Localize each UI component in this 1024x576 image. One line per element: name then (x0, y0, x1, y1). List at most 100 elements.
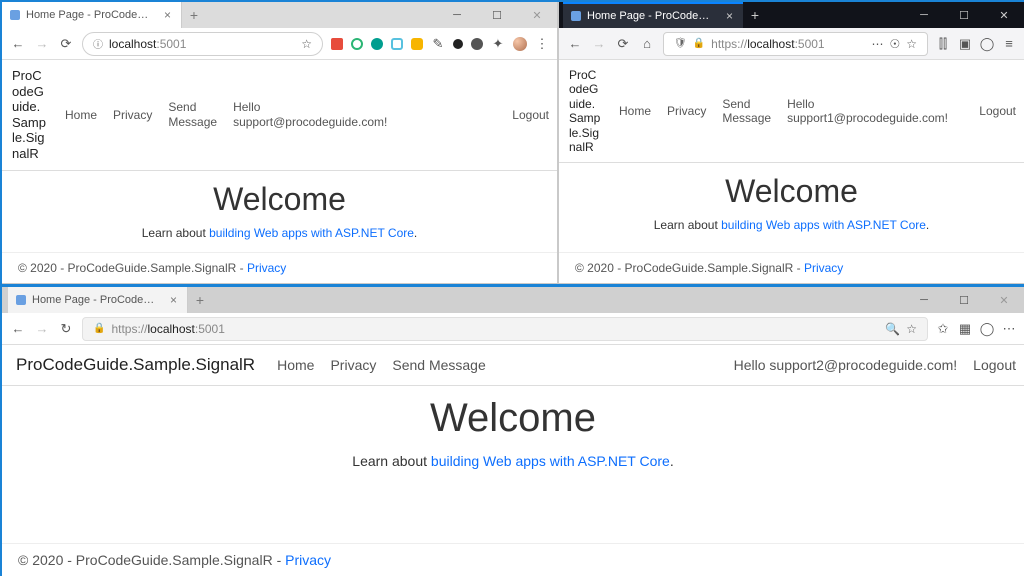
ext-icon[interactable] (351, 38, 363, 50)
nav-privacy[interactable]: Privacy (659, 98, 714, 124)
reload-icon[interactable]: ⟳ (615, 36, 631, 52)
nav-hello-user[interactable]: Hello support@procodeguide.com! (225, 94, 395, 135)
lock-icon[interactable]: 🔒 (693, 38, 705, 49)
maximize-icon[interactable]: ☐ (477, 2, 517, 28)
new-tab-button[interactable]: + (182, 7, 206, 23)
brand-link[interactable]: ProCodeGuide.Sample.SignalR (559, 60, 611, 162)
address-bar[interactable]: ⓘ localhost:5001 ☆ (82, 32, 323, 56)
nav-privacy[interactable]: Privacy (105, 102, 160, 128)
star-icon[interactable]: ☆ (906, 322, 917, 336)
back-icon[interactable]: ← (10, 321, 26, 336)
nav-home[interactable]: Home (269, 351, 322, 379)
browser-tab[interactable]: Home Page - ProCodeGuide.S × (563, 2, 743, 28)
site-info-icon[interactable]: ⓘ (93, 36, 103, 51)
footer-privacy-link[interactable]: Privacy (285, 552, 331, 568)
brand-link[interactable]: ProCodeGuide.Sample.SignalR (2, 60, 57, 170)
extensions-icon[interactable]: ✦ (491, 37, 505, 51)
close-icon[interactable]: ✕ (517, 2, 557, 28)
ext-icon[interactable] (371, 38, 383, 50)
minimize-icon[interactable]: ─ (904, 287, 944, 313)
collections-icon[interactable]: ▦ (958, 322, 972, 336)
close-icon[interactable]: ✕ (984, 287, 1024, 313)
ext-icon[interactable] (453, 39, 463, 49)
learn-text: Learn about building Web apps with ASP.N… (352, 453, 673, 469)
footer: © 2020 - ProCodeGuide.Sample.SignalR - P… (2, 252, 557, 283)
hero: Welcome Learn about building Web apps wi… (559, 163, 1024, 252)
learn-link[interactable]: building Web apps with ASP.NET Core (431, 453, 670, 469)
home-icon[interactable]: ⌂ (639, 36, 655, 51)
footer-privacy-link[interactable]: Privacy (247, 261, 286, 275)
url-host: localhost (147, 322, 194, 336)
star-icon[interactable]: ☆ (906, 37, 917, 51)
address-bar[interactable]: 🛡 🔒 https://localhost:5001 ⋯ ☉ ☆ (663, 32, 928, 56)
lock-icon[interactable]: 🔒 (93, 323, 105, 334)
browser-tab[interactable]: Home Page - ProCodeGuide.San × (8, 287, 188, 313)
nav-send-message[interactable]: Send Message (714, 91, 779, 132)
ext-icon[interactable] (411, 38, 423, 50)
nav-home[interactable]: Home (611, 98, 659, 124)
menu-icon[interactable]: ⋯ (1002, 322, 1016, 336)
ext-icon[interactable] (391, 38, 403, 50)
profile-avatar-icon[interactable] (513, 37, 527, 51)
chrome-window: Home Page - ProCodeGuide.Sam... × + ─ ☐ … (2, 2, 558, 284)
reload-icon[interactable]: ⟳ (58, 36, 74, 52)
nav-send-message[interactable]: Send Message (160, 94, 225, 135)
url-port: :5001 (195, 322, 225, 336)
address-bar[interactable]: 🔒 https://localhost:5001 🔍 ☆ (82, 317, 928, 341)
minimize-icon[interactable]: ─ (437, 2, 477, 28)
favicon-icon (10, 10, 20, 20)
zoom-icon[interactable]: 🔍 (885, 322, 900, 336)
url-host: localhost (109, 37, 156, 51)
account-icon[interactable]: ◯ (980, 37, 994, 51)
library-icon[interactable]: ⫿⫿ (936, 37, 950, 51)
nav-privacy[interactable]: Privacy (322, 351, 384, 379)
tab-close-icon[interactable]: × (164, 8, 171, 22)
back-icon[interactable]: ← (10, 36, 26, 51)
maximize-icon[interactable]: ☐ (944, 287, 984, 313)
learn-text: Learn about building Web apps with ASP.N… (142, 226, 418, 240)
new-tab-button[interactable]: + (743, 7, 767, 23)
nav-send-message[interactable]: Send Message (384, 351, 493, 379)
tab-close-icon[interactable]: × (726, 9, 733, 23)
minimize-icon[interactable]: ─ (904, 2, 944, 28)
window-controls: ─ ☐ ✕ (437, 2, 557, 28)
reader-icon[interactable]: ☉ (889, 37, 900, 51)
firefox-urlbar: ← → ⟳ ⌂ 🛡 🔒 https://localhost:5001 ⋯ ☉ ☆… (559, 28, 1024, 60)
ext-icon[interactable] (331, 38, 343, 50)
nav-logout[interactable]: Logout (971, 98, 1024, 124)
chrome-urlbar: ← → ⟳ ⓘ localhost:5001 ☆ ✎ ✦ ⋮ (2, 28, 557, 60)
edge-window: Home Page - ProCodeGuide.San × + ─ ☐ ✕ ←… (2, 284, 1024, 576)
firefox-window: Home Page - ProCodeGuide.S × + ─ ☐ ✕ ← →… (558, 2, 1024, 284)
learn-link[interactable]: building Web apps with ASP.NET Core (209, 226, 414, 240)
nav-logout[interactable]: Logout (504, 102, 557, 128)
nav-hello-user[interactable]: Hello support1@procodeguide.com! (779, 91, 956, 132)
forward-icon[interactable]: → (34, 36, 50, 51)
maximize-icon[interactable]: ☐ (944, 2, 984, 28)
shield-icon[interactable]: 🛡 (674, 38, 687, 49)
url-host: localhost (747, 37, 794, 51)
back-icon[interactable]: ← (567, 36, 583, 51)
ext-icon[interactable] (471, 38, 483, 50)
sidebar-icon[interactable]: ▣ (958, 37, 972, 51)
forward-icon[interactable]: → (591, 36, 607, 51)
star-icon[interactable]: ☆ (301, 37, 312, 51)
eyedropper-icon[interactable]: ✎ (431, 37, 445, 51)
browser-tab[interactable]: Home Page - ProCodeGuide.Sam... × (2, 2, 182, 28)
favorites-icon[interactable]: ✩ (936, 322, 950, 336)
nav-home[interactable]: Home (57, 102, 105, 128)
menu-icon[interactable]: ⋮ (535, 37, 549, 51)
close-icon[interactable]: ✕ (984, 2, 1024, 28)
page-action-icon[interactable]: ⋯ (871, 37, 883, 51)
nav-hello-user[interactable]: Hello support2@procodeguide.com! (726, 351, 966, 379)
brand-link[interactable]: ProCodeGuide.Sample.SignalR (2, 345, 269, 385)
reload-icon[interactable]: ↻ (58, 321, 74, 337)
learn-link[interactable]: building Web apps with ASP.NET Core (721, 218, 926, 232)
profile-icon[interactable]: ◯ (980, 322, 994, 336)
footer-privacy-link[interactable]: Privacy (804, 261, 843, 275)
new-tab-button[interactable]: + (188, 292, 212, 308)
menu-icon[interactable]: ≡ (1002, 37, 1016, 51)
tab-close-icon[interactable]: × (170, 293, 177, 307)
url-port: :5001 (156, 37, 186, 51)
nav-logout[interactable]: Logout (965, 351, 1024, 379)
forward-icon[interactable]: → (34, 321, 50, 336)
